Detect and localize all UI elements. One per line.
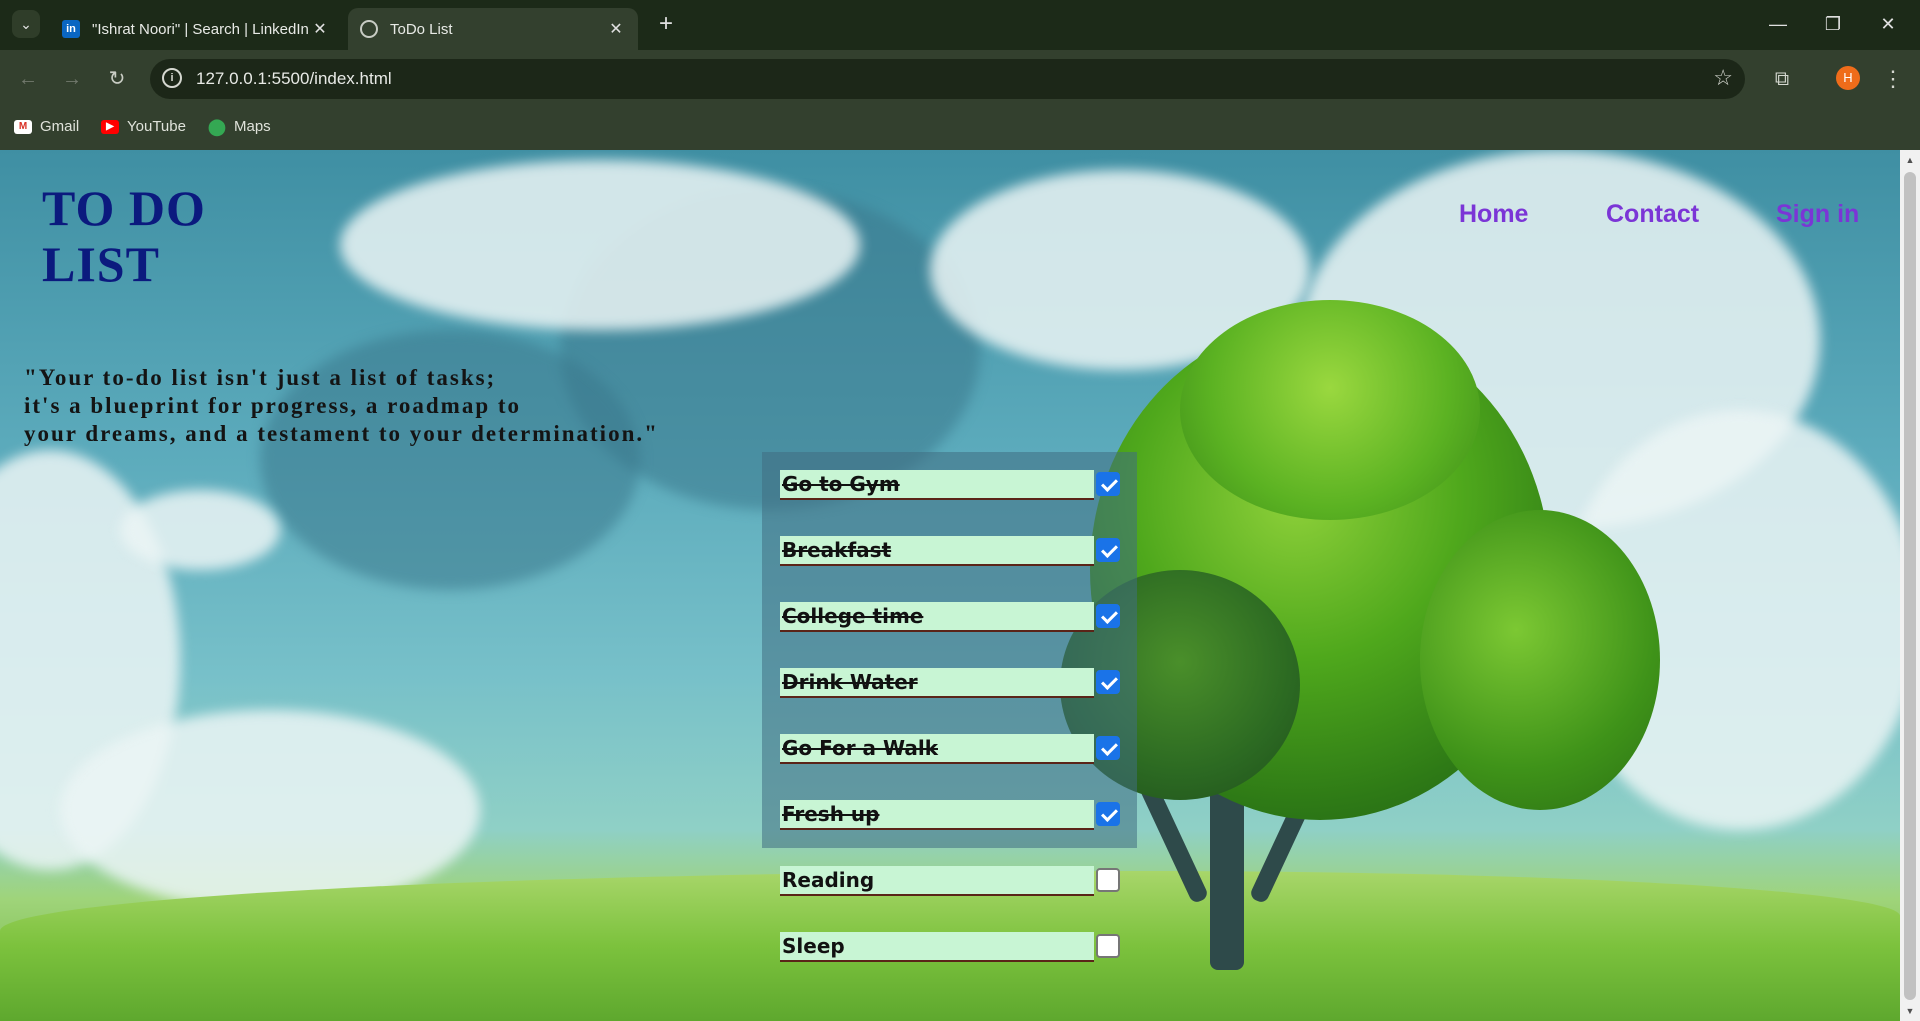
bookmark-label: Gmail xyxy=(40,118,80,135)
minimize-icon: — xyxy=(1769,14,1787,34)
restore-button[interactable]: ❐ xyxy=(1811,8,1855,40)
restore-icon: ❐ xyxy=(1824,14,1842,34)
bookmark-star-icon[interactable]: ☆ xyxy=(1713,65,1733,91)
globe-icon xyxy=(360,20,378,38)
nav-home-link[interactable]: Home xyxy=(1459,200,1528,229)
todo-task-label[interactable]: Reading xyxy=(780,866,1094,896)
page-scrollbar[interactable]: ▲ ▼ xyxy=(1900,150,1920,1021)
scrollbar-thumb[interactable] xyxy=(1904,172,1916,1000)
address-bar[interactable]: i 127.0.0.1:5500/index.html ☆ xyxy=(150,59,1745,99)
todo-task-label[interactable]: College time xyxy=(780,602,1094,632)
extensions-button[interactable]: ⧉ xyxy=(1766,63,1798,95)
todo-checkbox[interactable] xyxy=(1096,670,1120,694)
reload-icon: ↻ xyxy=(108,68,126,90)
todo-task-label[interactable]: Breakfast xyxy=(780,536,1094,566)
todo-task-label[interactable]: Go to Gym xyxy=(780,470,1094,500)
maps-icon: ⬤ xyxy=(208,118,226,136)
linkedin-icon: in xyxy=(62,20,80,38)
tab-strip: ⌄ in "Ishrat Noori" | Search | LinkedIn … xyxy=(0,0,1920,50)
bookmark-gmail[interactable]: M Gmail xyxy=(14,118,79,135)
close-icon[interactable]: ✕ xyxy=(606,19,626,39)
todo-checkbox[interactable] xyxy=(1096,802,1120,826)
site-info-icon[interactable]: i xyxy=(162,68,182,88)
profile-avatar[interactable]: H xyxy=(1836,66,1860,90)
tab-linkedin[interactable]: in "Ishrat Noori" | Search | LinkedIn ✕ xyxy=(50,8,342,50)
chevron-down-icon: ⌄ xyxy=(20,16,32,32)
minimize-button[interactable]: — xyxy=(1756,8,1800,40)
todo-checkbox[interactable] xyxy=(1096,538,1120,562)
nav-contact-link[interactable]: Contact xyxy=(1606,200,1699,229)
quote-line: your dreams, and a testament to your det… xyxy=(24,421,659,446)
forward-button[interactable]: → xyxy=(56,63,88,95)
todo-task-label[interactable]: Fresh up xyxy=(780,800,1094,830)
todo-checkbox[interactable] xyxy=(1096,868,1120,892)
nav-sign-in-link[interactable]: Sign in xyxy=(1776,200,1859,229)
arrow-left-icon: ← xyxy=(18,68,38,90)
todo-task-label[interactable]: Drink Water xyxy=(780,668,1094,698)
motivational-quote: "Your to-do list isn't just a list of ta… xyxy=(24,364,659,448)
reload-button[interactable]: ↻ xyxy=(101,63,133,95)
browser-menu-button[interactable]: ⋮ xyxy=(1878,63,1908,95)
quote-line: "Your to-do list isn't just a list of ta… xyxy=(24,365,497,390)
bookmark-label: Maps xyxy=(234,118,271,135)
tab-title: ToDo List xyxy=(390,20,453,38)
more-vertical-icon: ⋮ xyxy=(1882,66,1904,91)
url-text[interactable]: 127.0.0.1:5500/index.html xyxy=(196,69,392,89)
page-viewport: TO DO LIST Home Contact Sign in "Your to… xyxy=(0,150,1900,1021)
completed-tasks-panel xyxy=(762,452,1137,848)
page-title: TO DO LIST xyxy=(42,180,206,292)
puzzle-icon: ⧉ xyxy=(1774,68,1790,90)
bookmark-youtube[interactable]: ▶ YouTube xyxy=(101,118,186,135)
youtube-icon: ▶ xyxy=(101,119,119,134)
plus-icon: + xyxy=(658,10,673,37)
back-button[interactable]: ← xyxy=(12,63,44,95)
close-icon: ✕ xyxy=(1880,14,1896,34)
scroll-down-icon[interactable]: ▼ xyxy=(1900,1003,1920,1019)
tab-todo-list[interactable]: ToDo List ✕ xyxy=(348,8,638,50)
todo-checkbox[interactable] xyxy=(1096,472,1120,496)
tab-search-button[interactable]: ⌄ xyxy=(12,10,40,38)
bookmark-maps[interactable]: ⬤ Maps xyxy=(208,118,271,136)
bookmarks-bar: M Gmail ▶ YouTube ⬤ Maps xyxy=(0,108,1920,150)
logo-line-1: TO DO xyxy=(42,180,206,236)
logo-line-2: LIST xyxy=(42,236,160,292)
todo-checkbox[interactable] xyxy=(1096,604,1120,628)
arrow-right-icon: → xyxy=(62,68,82,90)
todo-task-label[interactable]: Sleep xyxy=(780,932,1094,962)
browser-toolbar: ← → ↻ i 127.0.0.1:5500/index.html ☆ ⧉ xyxy=(0,50,1920,108)
todo-task-label[interactable]: Go For a Walk xyxy=(780,734,1094,764)
quote-line: it's a blueprint for progress, a roadmap… xyxy=(24,393,522,418)
gmail-icon: M xyxy=(14,119,32,134)
todo-checkbox[interactable] xyxy=(1096,736,1120,760)
new-tab-button[interactable]: + xyxy=(652,10,680,38)
bookmark-label: YouTube xyxy=(127,118,186,135)
close-window-button[interactable]: ✕ xyxy=(1866,8,1910,40)
tab-title: "Ishrat Noori" | Search | LinkedIn xyxy=(92,20,309,38)
scroll-up-icon[interactable]: ▲ xyxy=(1900,152,1920,168)
todo-checkbox[interactable] xyxy=(1096,934,1120,958)
close-icon[interactable]: ✕ xyxy=(310,19,330,39)
